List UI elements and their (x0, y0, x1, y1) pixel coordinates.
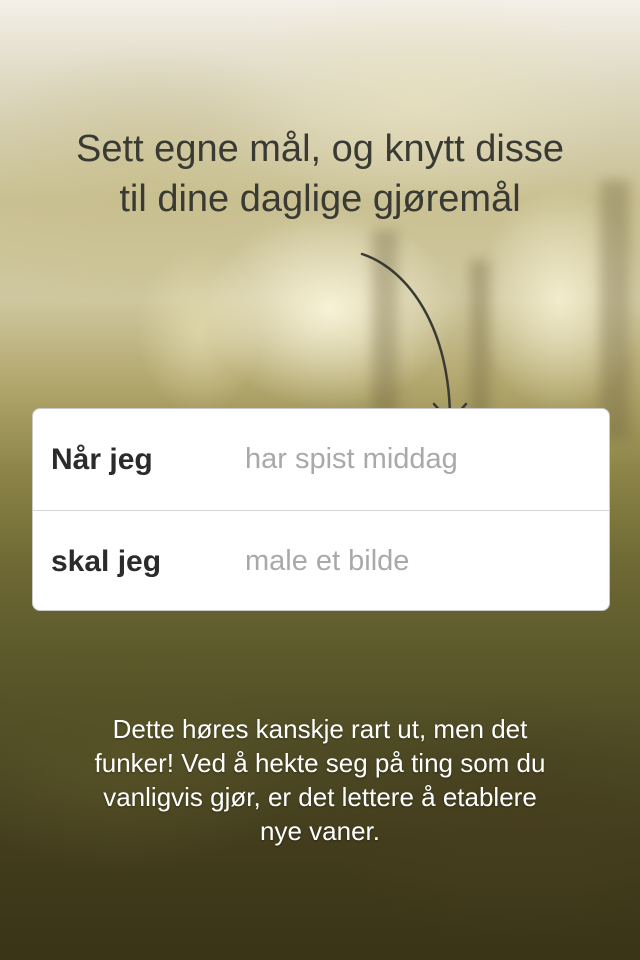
explanation-text: Dette høres kanskje rart ut, men det fun… (40, 712, 600, 848)
trigger-row: Når jeg (33, 409, 609, 510)
trigger-input[interactable] (245, 443, 585, 476)
habit-form: Når jeg skal jeg (32, 408, 610, 611)
action-label: skal jeg (51, 544, 162, 578)
explanation-line: nye vaner. (260, 816, 380, 846)
explanation-line: funker! Ved å hekte seg på ting som du (94, 748, 546, 778)
headline-line: Sett egne mål, og knytt disse (76, 128, 564, 170)
onboarding-headline: Sett egne mål, og knytt disse til dine d… (0, 124, 640, 224)
trigger-label: Når jeg (51, 442, 153, 476)
explanation-line: Dette høres kanskje rart ut, men det (112, 714, 528, 744)
headline-line: til dine daglige gjøremål (119, 178, 521, 220)
explanation-line: vanligvis gjør, er det lettere å etabler… (103, 782, 537, 812)
action-input[interactable] (245, 545, 585, 578)
action-row: skal jeg (33, 510, 609, 610)
